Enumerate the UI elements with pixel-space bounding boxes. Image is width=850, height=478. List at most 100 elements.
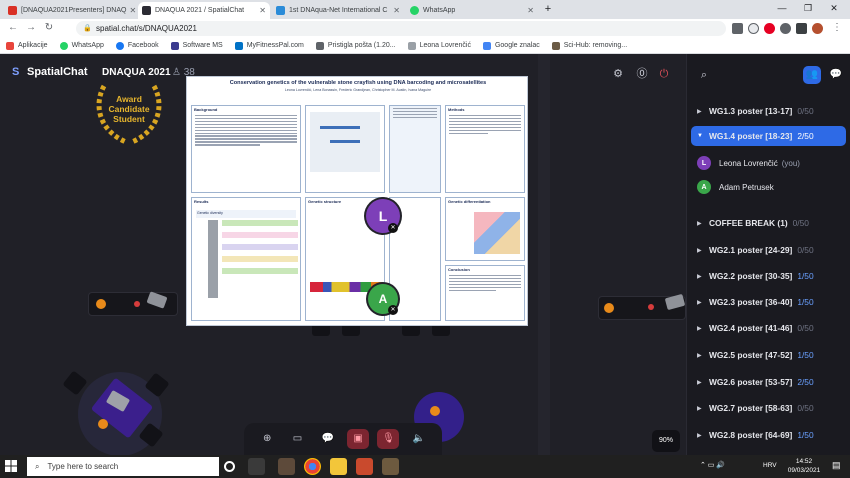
room-wg2-4[interactable]: ▶ WG2.4 poster [41-46] 0/50 [697, 318, 847, 338]
room-label: WG2.8 poster [64-69] [709, 430, 793, 440]
cortana-icon[interactable] [224, 461, 235, 472]
app-top-bar: S SpatialChat DNAQUA 2021 ♙ 38 ⚙ ⓪ ⏻ [0, 54, 686, 94]
mic-off-icon[interactable]: 🎙 [377, 429, 400, 449]
chevron-right-icon: ▶ [697, 273, 702, 280]
bookmark-label: Software MS [182, 42, 223, 49]
task-view-icon[interactable] [248, 458, 265, 475]
member-adam[interactable]: A Adam Petrusek [697, 178, 774, 196]
close-tab-icon[interactable]: ✕ [524, 6, 534, 15]
app-icon[interactable] [382, 458, 399, 475]
poster-section-differentiation: Genetic differentiation [445, 197, 525, 261]
pinterest-extension-icon[interactable] [764, 23, 775, 34]
extensions-puzzle-icon[interactable] [780, 23, 791, 34]
room-wg2-6[interactable]: ▶ WG2.6 poster [53-57] 2/50 [697, 372, 847, 392]
address-bar[interactable]: 🔒 spatial.chat/s/DNAQUA2021 [76, 21, 726, 36]
bookmark-label: MyFitnessPal.com [246, 42, 304, 49]
river-line [330, 140, 360, 143]
back-arrow-icon[interactable]: ← [6, 22, 20, 33]
people-tab-icon[interactable]: 👥 [803, 66, 821, 84]
mic-muted-icon: ✕ [388, 223, 398, 233]
browser-toolbar: ← → ↻ 🔒 spatial.chat/s/DNAQUA2021 ⋮ [0, 19, 850, 38]
language-indicator[interactable]: HRV [763, 462, 777, 469]
bookmark-facebook[interactable]: Facebook [115, 41, 159, 50]
browser-tab-whatsapp[interactable]: WhatsApp ✕ [406, 2, 538, 19]
close-tab-icon[interactable]: ✕ [390, 6, 400, 15]
bookmark-myfitnesspal[interactable]: MyFitnessPal.com [234, 41, 304, 50]
search-icon: ⌕ [35, 461, 40, 471]
poster-section-conclusion: Conclusion [445, 265, 525, 321]
bookmark-leona[interactable]: Leona Lovrenčić [407, 41, 471, 50]
powerpoint-icon[interactable] [356, 458, 373, 475]
chat-bubble-icon[interactable]: 💬 [317, 429, 339, 449]
chrome-icon[interactable] [304, 458, 321, 475]
participant-count-value: 38 [183, 67, 195, 78]
system-tray-icons[interactable]: ⌃ ▭ 🔊 [700, 461, 725, 469]
notification-icon[interactable]: ▤ [832, 460, 841, 471]
room-wg2-1[interactable]: ▶ WG2.1 poster [24-29] 0/50 [697, 240, 847, 260]
camera-extension-icon[interactable] [732, 23, 743, 34]
room-wg2-3[interactable]: ▶ WG2.3 poster [36-40] 1/50 [697, 292, 847, 312]
camera-off-icon[interactable]: ▣ [347, 429, 370, 449]
search-icon[interactable]: ⌕ [695, 66, 713, 84]
room-label: COFFEE BREAK (1) [709, 218, 788, 228]
room-label: WG2.7 poster [58-63] [709, 403, 793, 413]
poster-section-methods: Methods [445, 105, 525, 193]
add-media-icon[interactable]: ⊕ [256, 429, 278, 449]
zoom-level[interactable]: 90% [652, 430, 680, 452]
forward-arrow-icon[interactable]: → [24, 22, 38, 33]
bookmark-aplikacije[interactable]: Aplikacije [6, 41, 48, 50]
lamp-icon [430, 406, 440, 416]
bookmark-label: Facebook [127, 42, 159, 49]
app-icon[interactable] [278, 458, 295, 475]
chat-tab-icon[interactable]: 💬 [827, 66, 845, 84]
taskbar-search-input[interactable]: ⌕ Type here to search [27, 457, 219, 476]
file-explorer-icon[interactable] [330, 458, 347, 475]
rooms-sidebar: ⌕ 👥 💬 ▶ WG1.3 poster [13-17] 0/50 ▼ WG1.… [686, 54, 850, 455]
profile-avatar[interactable] [812, 23, 823, 34]
bookmark-google-znalac[interactable]: Google znalac [482, 41, 540, 50]
member-leona[interactable]: L Leona Lovrenčić (you) [697, 154, 800, 172]
room-wg2-2[interactable]: ▶ WG2.2 poster [30-35] 1/50 [697, 266, 847, 286]
bookmark-label: Sci-Hub: removing... [563, 42, 628, 49]
room-count: 1/50 [797, 297, 814, 307]
bookmark-scihub[interactable]: Sci-Hub: removing... [551, 41, 628, 50]
info-shield-icon[interactable]: ⓪ [634, 66, 650, 82]
room-count: 0/50 [797, 106, 814, 116]
tab-title: [DNAQUA2021Presenters] DNAQ [21, 7, 127, 14]
poster-board[interactable]: Conservation genetics of the vulnerable … [186, 76, 528, 326]
close-tab-icon[interactable]: ✕ [256, 6, 266, 15]
maximize-window-icon[interactable]: ❐ [798, 3, 818, 14]
spatialchat-favicon-icon [142, 6, 151, 15]
person-icon: ♙ [172, 67, 181, 78]
browser-tab-strip: [DNAQUA2021Presenters] DNAQ ✕ DNAQUA 202… [0, 0, 850, 19]
room-wg2-7[interactable]: ▶ WG2.7 poster [58-63] 0/50 [697, 398, 847, 418]
new-tab-button[interactable]: + [538, 3, 558, 15]
bookmark-software-ms[interactable]: Software MS [170, 41, 223, 50]
room-coffee-break[interactable]: ▶ COFFEE BREAK (1) 0/50 [697, 213, 847, 233]
screen-share-icon[interactable]: ▭ [286, 429, 308, 449]
bookmark-whatsapp[interactable]: WhatsApp [59, 41, 104, 50]
room-wg1-3[interactable]: ▶ WG1.3 poster [13-17] 0/50 [697, 101, 847, 121]
star-bookmark-icon[interactable] [748, 23, 759, 34]
browser-menu-icon[interactable]: ⋮ [830, 22, 844, 33]
spatialchat-logo[interactable]: S SpatialChat [12, 66, 88, 78]
bookmark-pristigla-posta[interactable]: Pristigla pošta (1.20... [315, 41, 396, 50]
close-window-icon[interactable]: ✕ [824, 3, 844, 14]
browser-tab-dnaqua-net[interactable]: 1st DNAqua-Net International C ✕ [272, 2, 404, 19]
minimize-window-icon[interactable]: — [772, 3, 792, 13]
room-wg2-8[interactable]: ▶ WG2.8 poster [64-69] 1/50 [697, 425, 847, 445]
poster-section-background: Background [191, 105, 301, 193]
room-wg2-5[interactable]: ▶ WG2.5 poster [47-52] 1/50 [697, 345, 847, 365]
windows-start-icon[interactable] [5, 460, 17, 472]
browser-tab-presenters[interactable]: [DNAQUA2021Presenters] DNAQ ✕ [4, 2, 136, 19]
clock[interactable]: 14:52 09/03/2021 [784, 458, 824, 475]
poster-map-panel [305, 105, 385, 193]
media-control-icon[interactable] [796, 23, 807, 34]
leave-power-icon[interactable]: ⏻ [656, 66, 672, 82]
settings-gear-icon[interactable]: ⚙ [610, 66, 626, 82]
close-tab-icon[interactable]: ✕ [126, 6, 136, 15]
reload-icon[interactable]: ↻ [42, 22, 56, 33]
browser-tab-spatialchat[interactable]: DNAQUA 2021 / SpatialChat ✕ [138, 2, 270, 19]
speaker-icon[interactable]: 🔈 [408, 429, 430, 449]
room-wg1-4[interactable]: ▼ WG1.4 poster [18-23] 2/50 [691, 126, 846, 146]
